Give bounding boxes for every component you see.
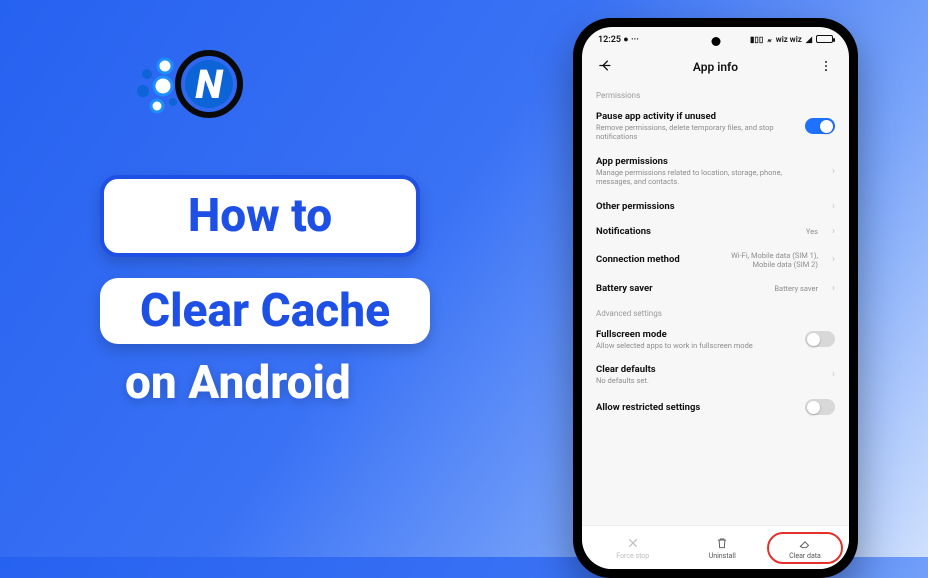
item-title: Fullscreen mode [596, 329, 795, 340]
item-subtitle: Manage permissions related to location, … [596, 168, 818, 187]
item-subtitle: Remove permissions, delete temporary fil… [596, 123, 795, 142]
clear-data-button[interactable]: Clear data [767, 532, 843, 564]
chevron-right-icon: › [832, 201, 835, 212]
page-title: App info [693, 60, 738, 74]
volte-icon: ៷ [767, 34, 772, 45]
force-stop-button[interactable]: Force stop [588, 536, 678, 560]
wifi-label: wiz wiz [776, 35, 802, 44]
item-notifications[interactable]: Notifications Yes › [596, 219, 835, 244]
status-left: 12:25 ● ··· [598, 34, 639, 45]
item-subtitle: Allow selected apps to work in fullscree… [596, 341, 795, 350]
item-value: Yes [806, 227, 818, 236]
toggle-pause-activity[interactable] [805, 118, 835, 134]
item-title: Clear defaults [596, 364, 818, 375]
chevron-right-icon: › [832, 283, 835, 294]
settings-content: Permissions Pause app activity if unused… [582, 83, 849, 525]
signal-icon: ▮▯▯ [750, 35, 763, 44]
phone-screen: 12:25 ● ··· ▮▯▯ ៷ wiz wiz ◢ App info Per… [582, 27, 849, 569]
text-on-android: on Android [125, 356, 351, 410]
item-title: Other permissions [596, 201, 818, 212]
logo-ring: N [175, 50, 243, 118]
item-subtitle: No defaults set. [596, 376, 818, 385]
phone-frame: 12:25 ● ··· ▮▯▯ ៷ wiz wiz ◢ App info Per… [573, 18, 858, 578]
item-title: Pause app activity if unused [596, 111, 795, 122]
back-button[interactable] [596, 58, 614, 77]
force-stop-label: Force stop [616, 552, 649, 560]
logo-letter: N [185, 60, 233, 108]
more-button[interactable] [817, 58, 835, 77]
clear-data-label: Clear data [789, 552, 821, 560]
status-dots: ● ··· [623, 35, 639, 45]
camera-dot-icon [711, 37, 720, 46]
brand-logo: N [175, 50, 243, 118]
item-title: Notifications [596, 226, 796, 237]
toggle-allow-restricted[interactable] [805, 399, 835, 415]
card-clear-cache: Clear Cache [100, 278, 430, 344]
battery-icon [816, 35, 833, 43]
item-other-permissions[interactable]: Other permissions › [596, 194, 835, 219]
item-connection-method[interactable]: Connection method Wi-Fi, Mobile data (SI… [596, 244, 835, 276]
more-vertical-icon [819, 59, 833, 73]
toggle-fullscreen[interactable] [805, 331, 835, 347]
item-clear-defaults[interactable]: Clear defaults No defaults set. › [596, 357, 835, 392]
chevron-right-icon: › [832, 226, 835, 237]
chevron-right-icon: › [832, 254, 835, 265]
wifi-icon: ◢ [806, 35, 812, 44]
section-permissions-label: Permissions [596, 91, 835, 100]
bottom-action-bar: Force stop Uninstall Clear data [582, 525, 849, 569]
item-title: Battery saver [596, 283, 764, 294]
item-fullscreen-mode[interactable]: Fullscreen mode Allow selected apps to w… [596, 322, 835, 357]
chevron-right-icon: › [832, 369, 835, 380]
item-allow-restricted[interactable]: Allow restricted settings [596, 392, 835, 422]
status-time: 12:25 [598, 35, 621, 45]
item-pause-activity[interactable]: Pause app activity if unused Remove perm… [596, 104, 835, 149]
card-howto: How to [100, 175, 420, 257]
trash-icon [715, 536, 729, 550]
arrow-left-icon [598, 58, 613, 73]
close-icon [626, 536, 640, 550]
app-bar: App info [582, 51, 849, 83]
eraser-icon [798, 536, 812, 550]
item-value: Battery saver [774, 284, 818, 293]
status-right: ▮▯▯ ៷ wiz wiz ◢ [750, 34, 833, 45]
item-value: Wi-Fi, Mobile data (SIM 1), Mobile data … [718, 251, 818, 269]
item-title: Connection method [596, 254, 708, 265]
item-app-permissions[interactable]: App permissions Manage permissions relat… [596, 149, 835, 194]
chevron-right-icon: › [832, 166, 835, 177]
item-battery-saver[interactable]: Battery saver Battery saver › [596, 276, 835, 301]
uninstall-label: Uninstall [709, 552, 736, 560]
uninstall-button[interactable]: Uninstall [678, 536, 768, 560]
item-title: Allow restricted settings [596, 402, 795, 413]
item-title: App permissions [596, 156, 818, 167]
section-advanced-label: Advanced settings [596, 309, 835, 318]
